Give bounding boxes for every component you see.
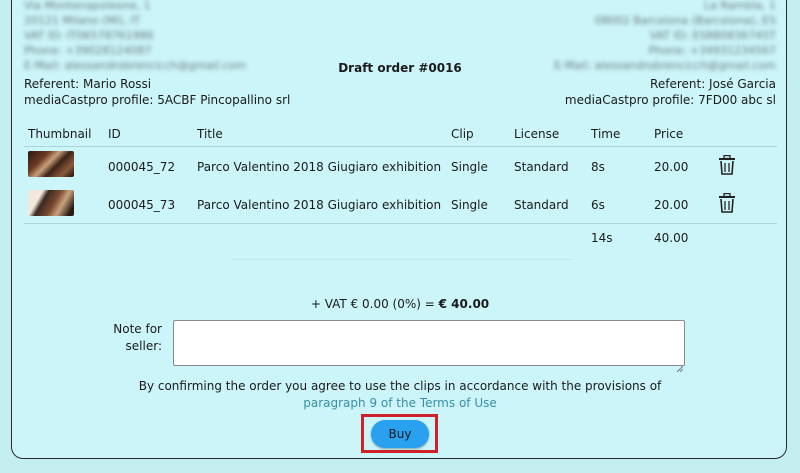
seller-phone: Phone: +39028124087 bbox=[24, 44, 152, 57]
note-for-seller-field[interactable] bbox=[173, 320, 685, 366]
seller-street: Via Montenapoleone, 1 bbox=[24, 0, 151, 12]
trash-icon[interactable] bbox=[718, 193, 736, 213]
clip-title: Parco Valentino 2018 Giugiaro exhibition bbox=[197, 198, 442, 212]
terms-of-use-link[interactable]: paragraph 9 of the Terms of Use bbox=[303, 396, 497, 410]
grand-total: € 40.00 bbox=[438, 297, 490, 311]
divider bbox=[232, 259, 574, 260]
column-header-license: License bbox=[514, 127, 560, 141]
seller-info: Referent: Mario Rossi mediaCastpro profi… bbox=[24, 76, 290, 108]
clip-thumbnail[interactable] bbox=[28, 190, 74, 216]
buyer-street: La Rambla, 1 bbox=[704, 0, 776, 12]
buyer-phone: Phone: +34931234567 bbox=[648, 44, 776, 57]
clip-type: Single bbox=[451, 198, 488, 212]
column-header-title: Title bbox=[197, 127, 223, 141]
seller-vat: VAT ID: IT06578761986 bbox=[24, 29, 154, 42]
buyer-info: Referent: José Garcia mediaCastpro profi… bbox=[565, 76, 776, 108]
terms-notice: By confirming the order you agree to use… bbox=[110, 378, 690, 412]
column-header-time: Time bbox=[591, 127, 621, 141]
buyer-referent: Referent: José Garcia bbox=[650, 77, 776, 91]
column-header-price: Price bbox=[654, 127, 684, 141]
vat-summary: + VAT € 0.00 (0%) = € 40.00 bbox=[0, 297, 800, 311]
clip-id: 000045_73 bbox=[108, 198, 176, 212]
clip-price: 20.00 bbox=[654, 198, 689, 212]
table-divider bbox=[24, 223, 777, 224]
clip-time: 6s bbox=[591, 198, 605, 212]
seller-city: 20121 Milano (MI), IT bbox=[24, 14, 141, 27]
clip-thumbnail[interactable] bbox=[28, 151, 74, 177]
terms-text: By confirming the order you agree to use… bbox=[138, 379, 662, 393]
seller-profile: mediaCastpro profile: 5ACBF Pincopallino… bbox=[24, 93, 291, 107]
clip-price: 20.00 bbox=[654, 160, 689, 174]
column-header-id: ID bbox=[108, 127, 121, 141]
column-header-clip: Clip bbox=[451, 127, 474, 141]
trash-icon[interactable] bbox=[718, 155, 736, 175]
total-time: 14s bbox=[591, 231, 613, 245]
page-title: Draft order #0016 bbox=[338, 61, 462, 75]
buyer-vat: VAT ID: ES88083674ST bbox=[649, 29, 776, 42]
buyer-city: 08002 Barcelona (Barcelona), ES bbox=[594, 14, 776, 27]
seller-referent: Referent: Mario Rossi bbox=[24, 77, 152, 91]
clip-license: Standard bbox=[514, 198, 569, 212]
clip-license: Standard bbox=[514, 160, 569, 174]
vat-text: + VAT € 0.00 (0%) = bbox=[310, 297, 439, 311]
note-label: Note for seller: bbox=[113, 322, 162, 353]
clip-title: Parco Valentino 2018 Giugiaro exhibition bbox=[197, 160, 442, 174]
resize-grip-icon[interactable] bbox=[676, 357, 684, 373]
buyer-profile: mediaCastpro profile: 7FD00 abc sl bbox=[564, 93, 776, 107]
clip-id: 000045_72 bbox=[108, 160, 176, 174]
buy-button[interactable]: Buy bbox=[371, 420, 429, 448]
clip-type: Single bbox=[451, 160, 488, 174]
total-price: 40.00 bbox=[654, 231, 689, 245]
clip-time: 8s bbox=[591, 160, 605, 174]
table-divider bbox=[24, 146, 777, 147]
column-header-thumbnail: Thumbnail bbox=[28, 127, 92, 141]
